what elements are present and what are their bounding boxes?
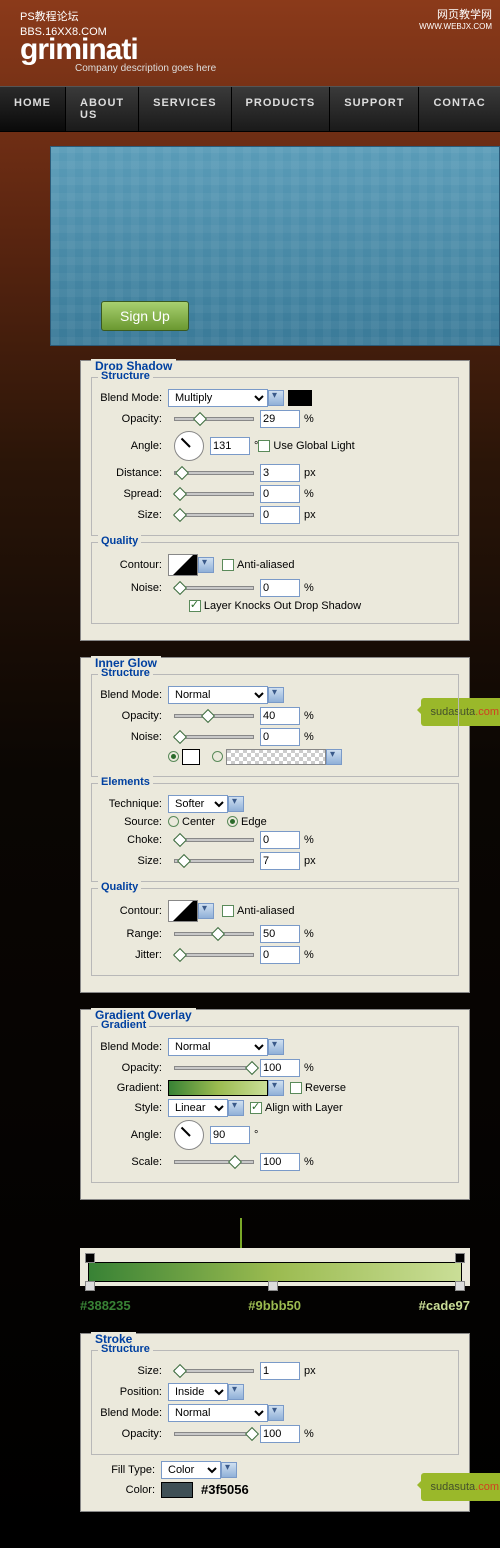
nav-about[interactable]: ABOUT US [66,87,139,131]
hero-banner: Sign Up [50,146,500,346]
noise-input[interactable] [260,579,300,597]
gradient-picker[interactable] [168,1080,268,1096]
knockout-checkbox[interactable] [189,600,201,612]
glow-color-radio[interactable] [168,751,179,762]
glow-color-swatch[interactable] [182,749,200,765]
nav-support[interactable]: SUPPORT [330,87,419,131]
blend-mode-select[interactable]: Normal [168,1404,268,1422]
align-checkbox[interactable] [250,1102,262,1114]
nav-contact[interactable]: CONTAC [419,87,500,131]
reverse-checkbox[interactable] [290,1082,302,1094]
blend-mode-select[interactable]: Normal [168,1038,268,1056]
opacity-slider[interactable] [174,1066,254,1070]
antialias-checkbox[interactable] [222,559,234,571]
panel-stroke: Stroke sudasuta.com Structure Size: px P… [80,1333,470,1512]
range-input[interactable] [260,925,300,943]
chevron-down-icon[interactable] [268,390,284,406]
noise-input[interactable] [260,728,300,746]
chevron-down-icon[interactable] [326,749,342,765]
filltype-select[interactable]: Color [161,1461,221,1479]
chevron-down-icon[interactable] [221,1462,237,1478]
chevron-down-icon[interactable] [228,1100,244,1116]
blend-mode-select[interactable]: Multiply [168,389,268,407]
scale-input[interactable] [260,1153,300,1171]
range-slider[interactable] [174,932,254,936]
brand-logo: griminati [20,33,500,67]
source-center-radio[interactable] [168,816,179,827]
size-input[interactable] [260,1362,300,1380]
nav-home[interactable]: HOME [0,87,66,131]
antialias-checkbox[interactable] [222,905,234,917]
choke-slider[interactable] [174,838,254,842]
opacity-slider[interactable] [174,417,254,421]
jitter-input[interactable] [260,946,300,964]
blend-mode-select[interactable]: Normal [168,686,268,704]
gradient-stop-labels: #388235 #9bbb50 #cade97 [80,1298,470,1313]
jitter-slider[interactable] [174,953,254,957]
style-select[interactable]: Linear [168,1099,228,1117]
panel-inner-glow: Inner Glow sudasuta.com Structure Blend … [80,657,470,993]
size-slider[interactable] [174,859,254,863]
angle-input[interactable] [210,437,250,455]
brand-tagline: Company description goes here [75,63,500,74]
nav-products[interactable]: PRODUCTS [232,87,331,131]
opacity-input[interactable] [260,410,300,428]
glow-gradient-swatch[interactable] [226,749,326,765]
callout-badge: sudasuta.com [421,1473,500,1501]
position-select[interactable]: Inside [168,1383,228,1401]
chevron-down-icon[interactable] [228,796,244,812]
opacity-slider[interactable] [174,714,254,718]
global-light-checkbox[interactable] [258,440,270,452]
glow-gradient-radio[interactable] [212,751,223,762]
chevron-down-icon[interactable] [268,687,284,703]
noise-slider[interactable] [174,586,254,590]
stroke-color-hex: #3f5056 [201,1482,249,1497]
color-swatch[interactable] [288,390,312,406]
main-nav: HOME ABOUT US SERVICES PRODUCTS SUPPORT … [0,86,500,132]
chevron-down-icon[interactable] [198,903,214,919]
size-input[interactable] [260,506,300,524]
watermark-right: 网页教学网 WWW.WEBJX.COM [419,6,492,31]
spread-input[interactable] [260,485,300,503]
panel-gradient-overlay: Gradient Overlay Gradient Blend Mode: No… [80,1009,470,1200]
chevron-down-icon[interactable] [198,557,214,573]
choke-input[interactable] [260,831,300,849]
angle-dial[interactable] [174,1120,204,1150]
gradient-editor[interactable] [80,1248,470,1286]
chevron-down-icon[interactable] [268,1039,284,1055]
size-input[interactable] [260,852,300,870]
nav-services[interactable]: SERVICES [139,87,231,131]
panel-drop-shadow: Drop Shadow Structure Blend Mode: Multip… [80,360,470,641]
scale-slider[interactable] [174,1160,254,1164]
angle-dial[interactable] [174,431,204,461]
angle-input[interactable] [210,1126,250,1144]
size-slider[interactable] [174,513,254,517]
stroke-color-swatch[interactable] [161,1482,193,1498]
spread-slider[interactable] [174,492,254,496]
contour-picker[interactable] [168,900,198,922]
noise-slider[interactable] [174,735,254,739]
contour-picker[interactable] [168,554,198,576]
opacity-input[interactable] [260,1059,300,1077]
distance-input[interactable] [260,464,300,482]
distance-slider[interactable] [174,471,254,475]
technique-select[interactable]: Softer [168,795,228,813]
size-slider[interactable] [174,1369,254,1373]
source-edge-radio[interactable] [227,816,238,827]
signup-button[interactable]: Sign Up [101,301,189,331]
opacity-input[interactable] [260,1425,300,1443]
opacity-input[interactable] [260,707,300,725]
opacity-slider[interactable] [174,1432,254,1436]
chevron-down-icon[interactable] [268,1405,284,1421]
chevron-down-icon[interactable] [268,1080,284,1096]
chevron-down-icon[interactable] [228,1384,244,1400]
